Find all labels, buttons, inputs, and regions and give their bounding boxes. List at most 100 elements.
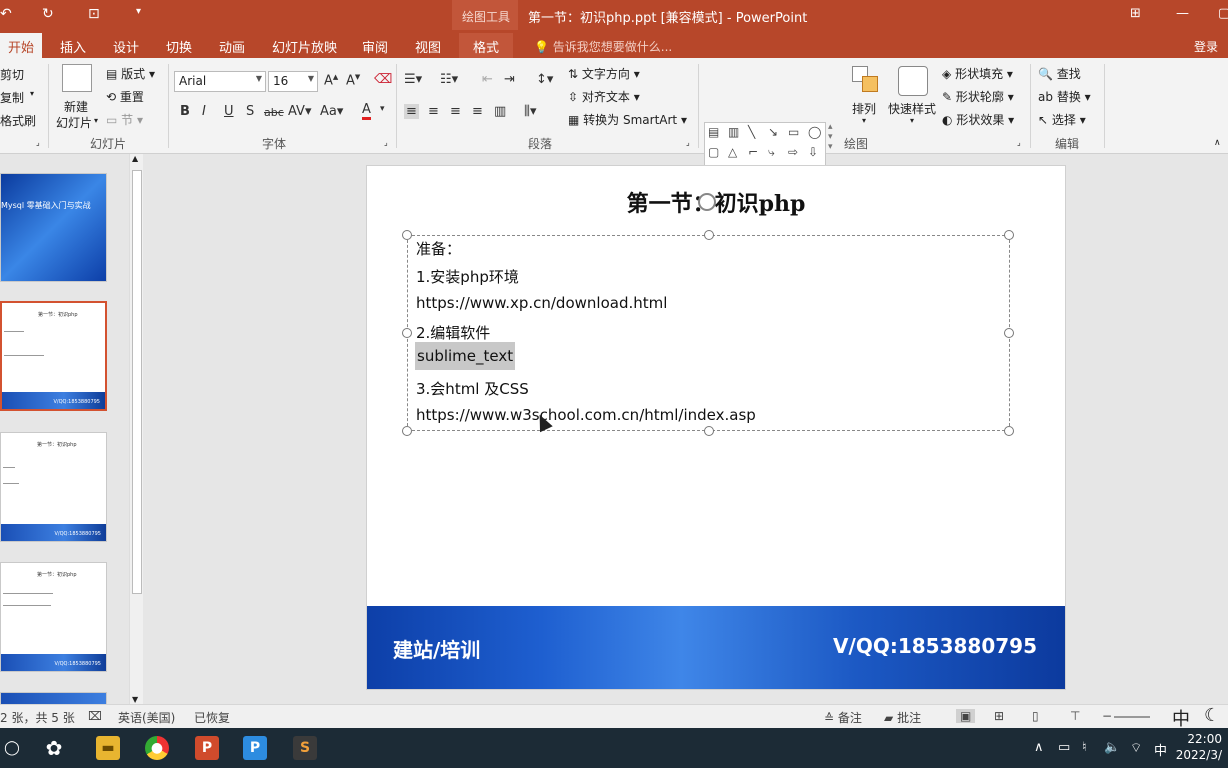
tab-review[interactable]: 审阅 [362,37,388,56]
font-size-combo[interactable]: 16 ▼ [268,71,318,92]
resize-handle[interactable] [704,230,714,240]
tab-home[interactable]: 开始 [0,33,43,58]
chrome-icon[interactable]: ● [145,736,169,760]
slideshow-view-icon[interactable]: ⊤ [1070,709,1080,723]
redo-icon[interactable]: ↻ [42,6,54,22]
tab-animations[interactable]: 动画 [219,37,245,56]
microphone-icon[interactable]: ♮ [1082,740,1087,755]
sublime-text-icon[interactable]: S [293,736,317,760]
clear-format-icon[interactable]: ⌫ [374,72,392,87]
tab-design[interactable]: 设计 [113,37,139,56]
clock[interactable]: 22:00 2022/3/ [1176,731,1222,763]
normal-view-icon[interactable]: ▣ [956,709,976,723]
text-line[interactable]: 准备： [416,238,461,259]
language-status[interactable]: 英语(美国) [118,709,175,726]
rectangle-shape-icon[interactable]: ▭ [788,125,799,139]
rotate-handle-icon[interactable] [698,193,716,211]
right-arrow-icon[interactable]: ⇨ [788,145,798,159]
task-view-icon[interactable]: ✿ [42,736,66,760]
line-spacing-icon[interactable]: ↕▾ [536,72,553,87]
line-shape-icon[interactable]: ╲ [748,125,755,139]
align-right-icon[interactable]: ≡ [450,104,461,119]
change-case-icon[interactable]: Aa▾ [320,104,343,119]
text-line[interactable]: 3.会html 及CSS [416,378,529,399]
decrease-indent-icon[interactable]: ⇤ [482,72,493,87]
vertical-textbox-icon[interactable]: ▥ [728,125,739,139]
notes-button[interactable]: ≙ 备注 [824,709,862,726]
tell-me-box[interactable]: 💡 告诉我您想要做什么... [534,38,672,55]
restore-icon[interactable]: ▢ [1218,6,1228,21]
customize-qat-icon[interactable]: ▾ [136,6,141,17]
tab-view[interactable]: 视图 [415,37,441,56]
clipboard-launcher-icon[interactable]: ⌟ [36,138,40,147]
battery-icon[interactable]: ▭ [1058,740,1070,755]
grow-font-icon[interactable]: A▲ [324,73,338,88]
new-slide-dropdown-icon[interactable]: ▾ [94,116,98,125]
font-name-combo[interactable]: Arial ▼ [174,71,266,92]
justify-icon[interactable]: ≡ [472,104,483,119]
down-arrow-icon[interactable]: ⇩ [808,145,818,159]
underline-icon[interactable]: U [224,104,234,119]
font-color-icon[interactable]: A [362,102,371,120]
undo-icon[interactable]: ↶ [0,6,12,22]
bold-icon[interactable]: B [180,104,190,119]
slide-title[interactable]: 第一节：初识php [367,186,1065,218]
italic-icon[interactable]: I [202,104,206,119]
resize-handle[interactable] [402,426,412,436]
shape-outline-button[interactable]: ✎ 形状轮廓 ▾ [942,88,1014,105]
strikethrough-icon[interactable]: abc [264,106,284,119]
cut-button[interactable]: 剪切 [0,66,24,83]
p-app-icon[interactable]: P [243,736,267,760]
new-slide-label2[interactable]: 幻灯片 [56,114,92,131]
arrow-line-icon[interactable]: ↘ [768,125,778,139]
resize-handle[interactable] [704,426,714,436]
resize-handle[interactable] [1004,426,1014,436]
text-line[interactable]: https://www.xp.cn/download.html [416,294,667,312]
minimize-icon[interactable]: — [1176,6,1189,21]
copy-dropdown-icon[interactable]: ▾ [30,89,34,98]
new-slide-icon[interactable] [62,64,92,92]
thumbnail-slide-2[interactable]: 第一节：初识php V/QQ:1853880795 [0,301,107,411]
align-text-button[interactable]: ⇳ 对齐文本 ▾ [568,88,640,105]
thumbnail-slide-5[interactable] [0,692,107,704]
volume-icon[interactable]: 🔈 [1104,740,1120,755]
section-button[interactable]: ▭ 节 ▾ [106,111,143,128]
thumbnail-slide-1[interactable]: Mysql 零基础入门与实战 [0,173,107,282]
search-icon[interactable]: ◯ [0,736,24,760]
char-spacing-icon[interactable]: AV▾ [288,104,311,119]
slide-sorter-icon[interactable]: ⊞ [994,709,1004,723]
oval-shape-icon[interactable]: ◯ [808,125,821,139]
shape-effects-button[interactable]: ◐ 形状效果 ▾ [942,111,1014,128]
thumbnails-scrollbar[interactable]: ▲ ▼ [129,154,143,704]
spell-check-icon[interactable]: ⌧ [88,709,102,723]
thumbnail-slide-3[interactable]: 第一节：初识php V/QQ:1853880795 [0,432,107,542]
arrange-label[interactable]: 排列 [852,100,876,117]
find-button[interactable]: 🔍 查找 [1038,65,1081,82]
textbox-shape-icon[interactable]: ▤ [708,125,719,139]
scrollbar-thumb[interactable] [132,170,142,594]
text-line[interactable]: https://www.w3school.com.cn/html/index.a… [416,406,756,424]
numbering-icon[interactable]: ☷▾ [440,72,458,87]
login-link[interactable]: 登录 [1194,38,1218,55]
quick-styles-icon[interactable] [898,66,928,96]
thumbnail-slide-4[interactable]: 第一节：初识php V/QQ:1853880795 [0,562,107,672]
powerpoint-icon[interactable]: P [195,736,219,760]
content-textbox[interactable]: 准备： 1.安装php环境 https://www.xp.cn/download… [402,230,1014,436]
smartart-button[interactable]: ▦ 转换为 SmartArt ▾ [568,111,687,128]
ribbon-display-icon[interactable]: ⊞ [1130,6,1141,21]
wifi-icon[interactable]: ⌔ [1130,740,1142,756]
copy-button[interactable]: 复制 [0,89,24,106]
reading-view-icon[interactable]: ▯ [1032,709,1039,723]
zoom-slider[interactable] [1114,716,1150,718]
text-line[interactable]: 2.编辑软件 [416,322,490,343]
select-button[interactable]: ↖ 选择 ▾ [1038,111,1086,128]
align-center-icon[interactable]: ≡ [428,104,439,119]
replace-button[interactable]: ab 替换 ▾ [1038,88,1091,105]
shapes-more-icon[interactable]: ▴ ▾ ▾ [828,122,833,152]
tray-up-icon[interactable]: ∧ [1034,740,1044,755]
paragraph-launcher-icon[interactable]: ⌟ [686,138,690,147]
font-color-dropdown-icon[interactable]: ▾ [380,104,385,114]
rounded-rect-icon[interactable]: ▢ [708,145,719,159]
comments-button[interactable]: ▰ 批注 [884,709,921,726]
shape-fill-button[interactable]: ◈ 形状填充 ▾ [942,65,1013,82]
